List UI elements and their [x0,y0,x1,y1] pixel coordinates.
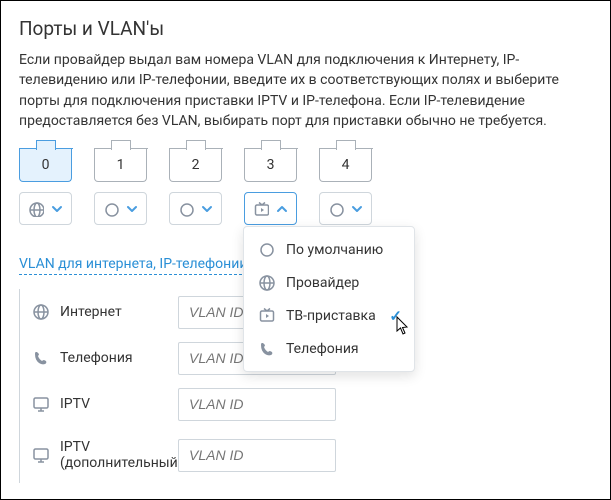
vlan-row-iptv: IPTV [20,381,592,427]
port-selects-row [19,192,592,225]
chevron-down-icon [201,203,213,215]
circle-icon [258,241,275,258]
vlan-label-iptv: IPTV [20,395,178,413]
vlan-label-telephony: Телефония [20,349,178,367]
vlan-input-iptv[interactable] [178,388,336,421]
circle-icon [178,201,194,217]
globe-icon [258,274,275,291]
port-4-select[interactable] [319,192,372,225]
dropdown-item-tvbox[interactable]: ТВ-приставка ✓ [244,299,414,332]
dropdown-item-telephony[interactable]: Телефония [244,332,414,365]
dropdown-item-provider[interactable]: Провайдер [244,266,414,299]
cursor-icon [393,315,411,337]
tv-icon [253,201,269,217]
port-select-dropdown: По умолчанию Провайдер ТВ-приставка ✓ Те… [243,226,415,372]
monitor-icon [32,446,50,464]
tv-icon [258,307,275,324]
port-3[interactable]: 3 [244,149,297,182]
vlan-label-iptv-extra: IPTV (дополнительный) [20,439,178,471]
vlan-row-iptv-extra: IPTV (дополнительный) [20,427,592,483]
port-0[interactable]: 0 [19,149,72,182]
chevron-down-icon [51,203,63,215]
port-3-select[interactable] [244,192,297,225]
port-2-select[interactable] [169,192,222,225]
port-4[interactable]: 4 [319,149,372,182]
vlan-input-iptv-extra[interactable] [178,439,336,472]
globe-icon [32,303,50,321]
phone-icon [258,340,275,357]
ports-row: 0 1 2 3 4 [19,149,592,182]
chevron-down-icon [126,203,138,215]
circle-icon [328,201,344,217]
monitor-icon [32,395,50,413]
circle-icon [103,201,119,217]
phone-icon [32,349,50,367]
page-description: Если провайдер выдал вам номера VLAN для… [19,50,592,131]
port-2[interactable]: 2 [169,149,222,182]
port-0-select[interactable] [19,192,72,225]
chevron-up-icon [276,203,288,215]
vlan-label-internet: Интернет [20,303,178,321]
page-title: Порты и VLAN'ы [19,17,592,40]
dropdown-item-default[interactable]: По умолчанию [244,233,414,266]
port-1[interactable]: 1 [94,149,147,182]
globe-icon [28,201,44,217]
port-1-select[interactable] [94,192,147,225]
chevron-down-icon [351,203,363,215]
